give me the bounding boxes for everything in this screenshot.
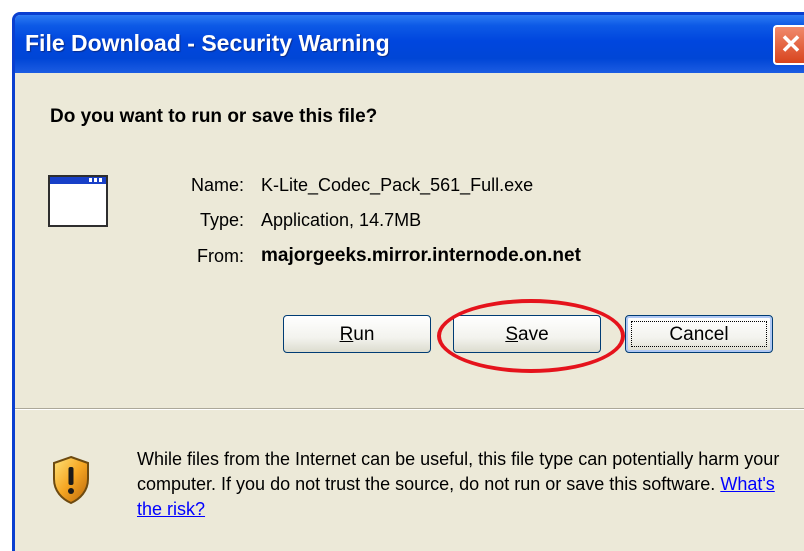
cancel-button[interactable]: Cancel: [625, 315, 773, 353]
type-label: Type:: [199, 210, 244, 230]
name-value: K-Lite_Codec_Pack_561_Full.exe: [261, 175, 534, 195]
from-value: majorgeeks.mirror.internode.on.net: [261, 245, 581, 266]
run-label: un: [353, 324, 375, 345]
application-window-icon: [48, 175, 108, 227]
from-label: From:: [197, 246, 244, 266]
close-icon: ✕: [780, 29, 802, 59]
warning-shield-icon: [53, 455, 89, 505]
name-label: Name:: [190, 175, 244, 195]
window-title: File Download - Security Warning: [25, 30, 390, 56]
question-heading: Do you want to run or save this file?: [50, 106, 378, 127]
run-mnemonic: R: [339, 324, 354, 345]
close-button[interactable]: ✕: [773, 25, 804, 65]
run-button[interactable]: Run: [283, 315, 431, 353]
warning-text: While files from the Internet can be use…: [137, 449, 780, 494]
separator: [15, 408, 804, 410]
type-value: Application, 14.7MB: [261, 210, 422, 230]
security-warning-dialog: File Download - Security Warning ✕ Do yo…: [12, 12, 804, 551]
title-bar[interactable]: File Download - Security Warning ✕: [15, 15, 804, 73]
save-highlight-circle: [437, 299, 625, 373]
warning-message: While files from the Internet can be use…: [137, 447, 797, 522]
